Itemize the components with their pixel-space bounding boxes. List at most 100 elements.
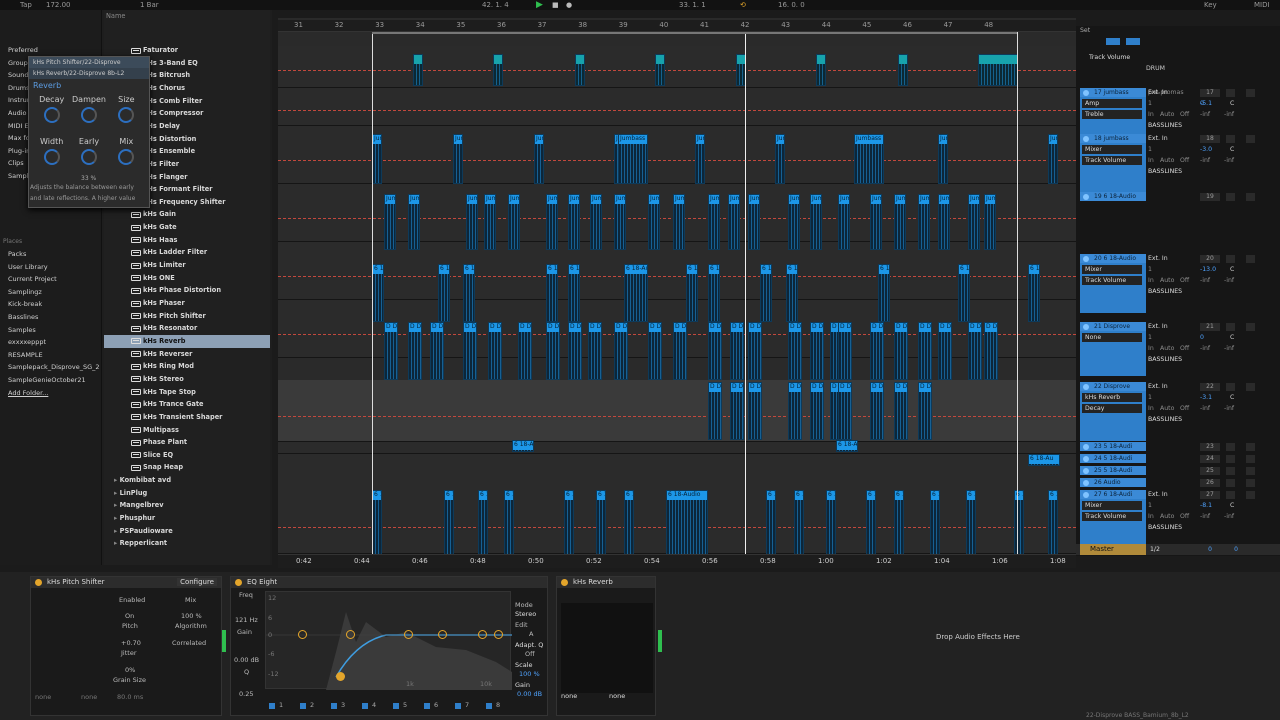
midi-map-button[interactable]: MIDI xyxy=(1254,0,1270,10)
audio-clip[interactable]: 6 18-Audio xyxy=(596,490,606,558)
audio-clip[interactable]: D Disprove xyxy=(463,322,477,380)
send-b[interactable]: -inf xyxy=(1224,276,1234,285)
none-select-2[interactable]: none xyxy=(81,693,97,701)
audio-clip[interactable]: D Disprove xyxy=(408,322,422,380)
band-toggle[interactable] xyxy=(486,703,492,709)
automation-device[interactable]: Mixer xyxy=(1082,265,1142,274)
output-route[interactable]: BASSLINES xyxy=(1148,415,1182,424)
key-map-button[interactable]: Key xyxy=(1204,0,1217,10)
audio-clip[interactable]: 6 18-Audio xyxy=(624,490,634,558)
knob-dial[interactable] xyxy=(118,149,135,165)
place-user-library[interactable]: User Library xyxy=(0,261,101,274)
place-exxxxepppt[interactable]: exxxxepppt xyxy=(0,336,101,349)
monitor-off[interactable]: Off xyxy=(1180,344,1189,353)
popup-title[interactable]: kHs Pitch Shifter/22-Disprove xyxy=(29,57,149,68)
arrange-toggle[interactable] xyxy=(1106,38,1120,45)
audio-clip[interactable]: Jumbass xyxy=(695,134,705,184)
audio-clip[interactable]: 6 18-Au xyxy=(1028,454,1060,466)
track-lane[interactable] xyxy=(278,46,1076,88)
solo-button[interactable] xyxy=(1226,443,1235,451)
input-channel[interactable]: 1 xyxy=(1148,265,1152,274)
gain-value[interactable]: 0.00 dB xyxy=(234,656,259,664)
monitor-auto[interactable]: Auto xyxy=(1160,156,1174,165)
eq-eight-device[interactable]: EQ Eight Freq 121 Hz Gain 0.00 dB Q 0.25… xyxy=(230,576,548,716)
browser-item[interactable]: kHs ONE xyxy=(104,272,270,285)
monitor-auto[interactable]: Auto xyxy=(1160,344,1174,353)
monitor-off[interactable]: Off xyxy=(1180,156,1189,165)
browser-item[interactable]: Slice EQ xyxy=(104,449,270,462)
arm-button[interactable] xyxy=(1246,323,1255,331)
place-samplingz[interactable]: Samplingz xyxy=(0,286,101,299)
audio-clip[interactable]: Jumbass xyxy=(673,194,685,250)
audio-clip[interactable]: D Disprove xyxy=(730,382,744,440)
browser-item[interactable]: Multipass xyxy=(104,424,270,437)
automation-param[interactable]: Track Volume xyxy=(1082,276,1142,285)
song-position[interactable]: 42. 1. 4 xyxy=(482,0,509,10)
browser-folder[interactable]: ▸ Kombibat avd xyxy=(104,474,270,487)
monitor-off[interactable]: Off xyxy=(1180,110,1189,119)
audio-clip[interactable]: Jumbass xyxy=(810,194,822,250)
monitor-auto[interactable]: Auto xyxy=(1160,276,1174,285)
audio-clip[interactable]: 6 18-Audio xyxy=(666,490,708,558)
track-pan[interactable]: C xyxy=(1230,145,1234,154)
arm-button[interactable] xyxy=(1246,135,1255,143)
place-resample[interactable]: RESAMPLE xyxy=(0,349,101,362)
stop-icon[interactable]: ■ xyxy=(552,0,559,10)
automation-param[interactable]: Track Volume xyxy=(1082,156,1142,165)
eq-band-dot[interactable] xyxy=(336,672,345,681)
master-output[interactable]: 1/2 xyxy=(1150,545,1160,554)
browser-item[interactable]: kHs Stereo xyxy=(104,373,270,386)
send-b[interactable]: -inf xyxy=(1224,110,1234,119)
track-number[interactable]: 27 xyxy=(1200,491,1220,499)
browser-folder[interactable]: ▸ Mangelbrev xyxy=(104,499,270,512)
monitor-in[interactable]: In xyxy=(1148,276,1154,285)
audio-clip[interactable]: D Disprove xyxy=(430,322,444,380)
browser-item[interactable]: kHs Ring Mod xyxy=(104,360,270,373)
track-number[interactable]: 17 xyxy=(1200,89,1220,97)
freq-value[interactable]: 121 Hz xyxy=(235,616,258,624)
audio-clip[interactable]: 6 18-Audio xyxy=(766,490,776,558)
place-kick-break[interactable]: Kick-break xyxy=(0,298,101,311)
browser-item[interactable]: kHs Transient Shaper xyxy=(104,411,270,424)
audio-clip[interactable]: D Disprove xyxy=(984,322,998,380)
browser-item[interactable]: Faturator xyxy=(104,44,270,57)
output-route[interactable]: BASSLINES xyxy=(1148,167,1182,176)
audio-clip[interactable]: 6 18-Audio xyxy=(826,490,836,558)
audio-clip[interactable]: D Disprove xyxy=(968,322,982,380)
audio-clip[interactable]: D Disprove xyxy=(546,322,560,380)
audio-clip[interactable] xyxy=(978,54,1018,86)
track-number[interactable]: 23 xyxy=(1200,443,1220,451)
browser-item[interactable]: kHs Tape Stop xyxy=(104,386,270,399)
solo-button[interactable] xyxy=(1226,383,1235,391)
tempo-field[interactable]: 172.00 xyxy=(46,0,71,10)
track-volume[interactable]: -3.0 xyxy=(1200,145,1212,154)
knob-dampen[interactable]: Dampen xyxy=(70,95,107,123)
browser-item[interactable]: kHs Phase Distortion xyxy=(104,284,270,297)
track-name[interactable]: 27 6 18-Audi xyxy=(1080,490,1146,499)
audio-clip[interactable]: 6 18-Audio xyxy=(1014,490,1024,558)
audio-clip[interactable]: 6 18-Audio xyxy=(463,264,475,322)
audio-clip[interactable]: D Disprove xyxy=(648,322,662,380)
track-lane[interactable] xyxy=(278,126,1076,184)
track-name[interactable]: 22 Disprove xyxy=(1080,382,1146,391)
browser-item[interactable]: kHs Reverb xyxy=(104,334,270,348)
eq-band-3[interactable]: 3 xyxy=(329,691,359,711)
audio-clip[interactable]: Jumbass xyxy=(968,194,980,250)
automation-line[interactable] xyxy=(278,159,1076,161)
audio-clip[interactable]: 6 18-Audio xyxy=(786,264,798,322)
browser-item[interactable]: kHs Limiter xyxy=(104,259,270,272)
device-power-icon[interactable] xyxy=(235,579,242,586)
audio-clip[interactable]: Jumbass xyxy=(534,134,544,184)
audio-clip[interactable]: Jumbass xyxy=(618,134,648,184)
audio-clip[interactable]: Jumbass xyxy=(568,194,580,250)
send-a[interactable]: -inf xyxy=(1200,404,1210,413)
automation-device[interactable]: Mixer xyxy=(1082,501,1142,510)
browser-folder[interactable]: ▸ Phusphur xyxy=(104,512,270,525)
browser-item[interactable]: kHs Resonator xyxy=(104,322,270,335)
track-lane[interactable] xyxy=(278,442,1076,454)
browser-folder[interactable]: ▸ LinPlug xyxy=(104,487,270,500)
q-value[interactable]: 0.25 xyxy=(239,690,253,698)
track-name[interactable]: 21 Disprove xyxy=(1080,322,1146,331)
audio-clip[interactable]: D Disprove xyxy=(894,382,908,440)
reverb-device[interactable]: kHs Reverb none none xyxy=(556,576,656,716)
